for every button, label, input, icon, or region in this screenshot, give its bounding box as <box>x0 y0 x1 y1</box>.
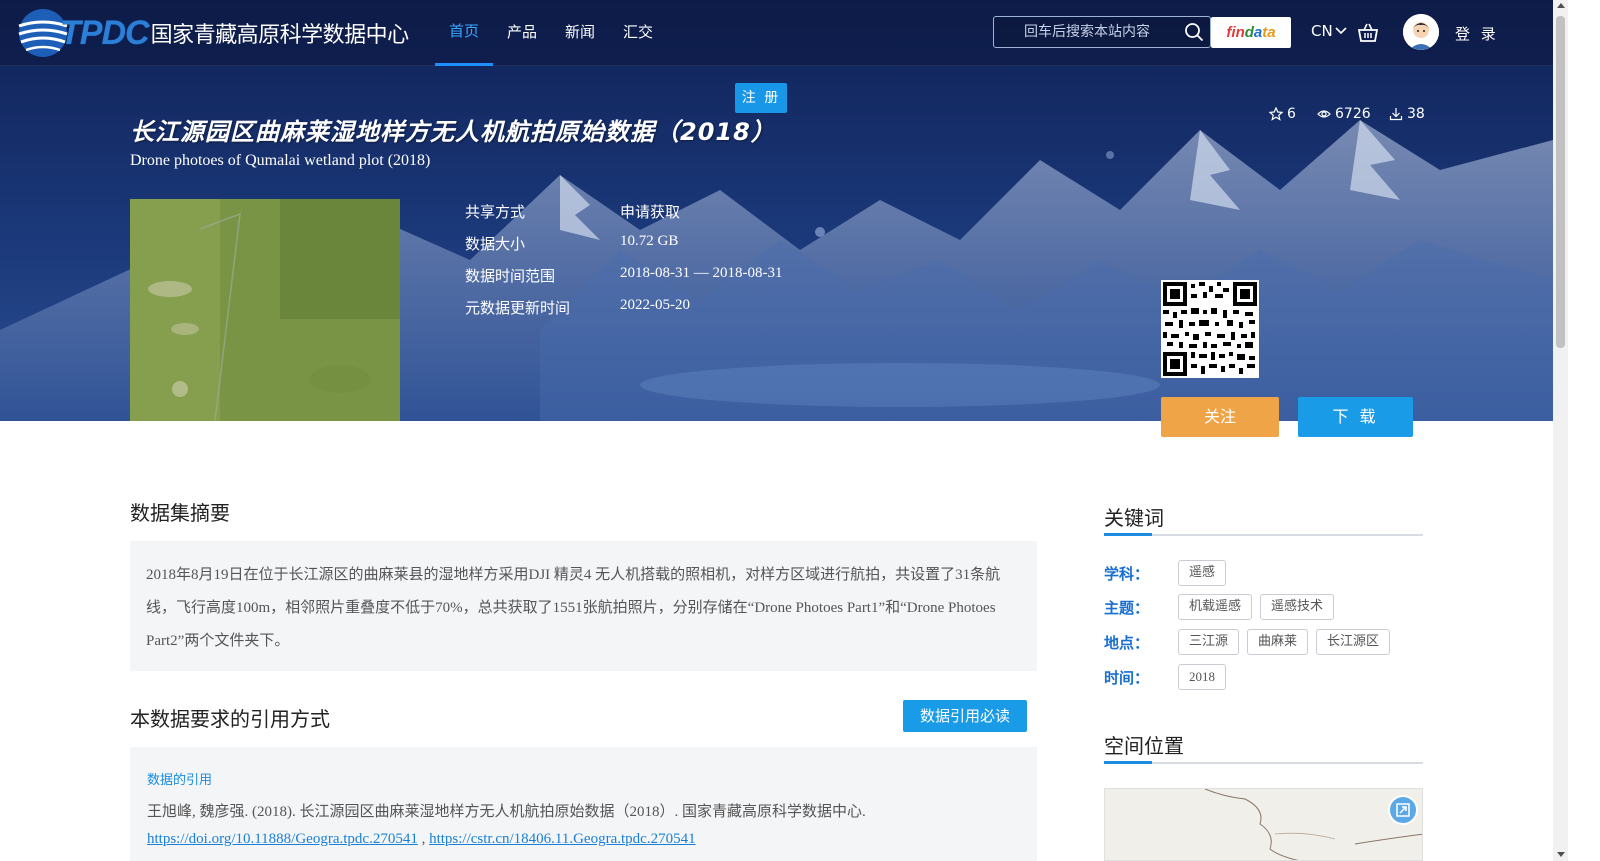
register-button[interactable]: 注 册 <box>735 83 787 113</box>
keyword-row-place: 地点： 三江源 曲麻莱 长江源区 <box>1104 629 1398 655</box>
follow-button[interactable]: 关注 <box>1161 397 1279 437</box>
info-data-size: 数据大小 10.72 GB <box>465 233 678 254</box>
site-logo[interactable]: TPDC 国家青藏高原科学数据中心 <box>14 4 409 62</box>
findata-button[interactable]: fin d a ta <box>1211 17 1291 48</box>
findata-part-2: d <box>1244 24 1254 41</box>
scroll-down-icon[interactable] <box>1557 852 1565 857</box>
expand-icon <box>1396 803 1410 817</box>
keyword-row-theme: 主题： 机载遥感 遥感技术 <box>1104 594 1342 620</box>
spatial-map[interactable] <box>1104 788 1423 861</box>
doi-link[interactable]: https://doi.org/10.11888/Geogra.tpdc.270… <box>147 831 418 847</box>
keyword-row-time: 时间： 2018 <box>1104 664 1234 690</box>
info-value: 申请获取 <box>620 205 681 221</box>
keyword-label: 主题： <box>1104 598 1150 617</box>
keyword-label: 地点： <box>1104 633 1150 652</box>
download-count: 38 <box>1389 106 1425 122</box>
dataset-title-en: Drone photoes of Qumalai wetland plot (2… <box>130 152 431 169</box>
download-count-value: 38 <box>1407 106 1425 122</box>
info-value: 2022-05-20 <box>620 297 690 313</box>
search-box <box>993 16 1211 48</box>
nav-home[interactable]: 首页 <box>435 0 494 66</box>
abstract-text: 2018年8月19日在位于长江源区的曲麻莱县的湿地样方采用DJI 精灵4 无人机… <box>146 567 1001 649</box>
star-count-value: 6 <box>1287 106 1296 122</box>
info-metadata-updated: 元数据更新时间 2022-05-20 <box>465 297 690 318</box>
info-key: 数据大小 <box>465 235 526 253</box>
view-count-value: 6726 <box>1335 106 1371 122</box>
main-nav: 首页 产品 新闻 汇交 <box>435 0 667 66</box>
citation-links: https://doi.org/10.11888/Geogra.tpdc.270… <box>147 831 696 847</box>
star-icon <box>1269 107 1283 121</box>
keyword-tag[interactable]: 遥感 <box>1178 560 1227 586</box>
citation-heading: 本数据要求的引用方式 <box>130 707 330 731</box>
keyword-row-discipline: 学科： 遥感 <box>1104 560 1234 586</box>
qr-code <box>1161 280 1259 378</box>
keyword-tag[interactable]: 2018 <box>1178 664 1226 690</box>
info-value: 2018-08-31 — 2018-08-31 <box>620 265 783 281</box>
search-input[interactable] <box>994 17 1169 47</box>
info-key: 元数据更新时间 <box>465 299 571 317</box>
abstract-box: 2018年8月19日在位于长江源区的曲麻莱县的湿地样方采用DJI 精灵4 无人机… <box>130 541 1037 671</box>
nav-submit[interactable]: 汇交 <box>609 0 667 66</box>
keyword-tag[interactable]: 长江源区 <box>1316 629 1391 655</box>
cart-icon[interactable] <box>1357 22 1379 44</box>
qr-code-icon <box>1161 280 1259 378</box>
dataset-thumbnail <box>130 199 400 421</box>
language-label: CN <box>1311 22 1333 40</box>
citation-text: 王旭峰, 魏彦强. (2018). 长江源园区曲麻莱湿地样方无人机航拍原始数据（… <box>147 804 866 820</box>
spatial-divider <box>1104 761 1423 764</box>
aerial-image <box>130 199 400 421</box>
download-button[interactable]: 下 载 <box>1298 397 1413 437</box>
abstract-heading: 数据集摘要 <box>130 501 230 525</box>
language-switch[interactable]: CN <box>1311 22 1347 40</box>
chevron-down-icon <box>1335 27 1347 35</box>
keyword-label: 时间： <box>1104 668 1150 687</box>
dataset-title-cn: 长江源园区曲麻莱湿地样方无人机航拍原始数据（2018） <box>130 118 776 146</box>
keywords-heading: 关键词 <box>1104 506 1164 530</box>
scrollbar-thumb[interactable] <box>1556 16 1565 348</box>
map-canvas <box>1105 789 1422 860</box>
keyword-tag[interactable]: 曲麻莱 <box>1247 629 1309 655</box>
keywords-divider <box>1104 533 1423 536</box>
info-key: 数据时间范围 <box>465 267 556 285</box>
findata-part-4: ta <box>1262 24 1276 41</box>
keyword-tag[interactable]: 遥感技术 <box>1260 594 1335 620</box>
nav-news[interactable]: 新闻 <box>551 0 609 66</box>
login-link[interactable]: 登 录 <box>1455 23 1499 44</box>
keyword-tag[interactable]: 机载遥感 <box>1178 594 1253 620</box>
eye-icon <box>1317 110 1331 118</box>
keyword-label: 学科： <box>1104 564 1150 583</box>
user-avatar[interactable] <box>1403 14 1439 50</box>
download-icon <box>1389 108 1403 121</box>
star-count[interactable]: 6 <box>1269 106 1296 122</box>
spatial-heading: 空间位置 <box>1104 734 1184 758</box>
citation-must-read-button[interactable]: 数据引用必读 <box>903 700 1027 732</box>
avatar-icon <box>1403 14 1439 50</box>
nav-products[interactable]: 产品 <box>493 0 551 66</box>
findata-part-1: fin <box>1226 24 1245 41</box>
page-scrollbar[interactable] <box>1553 0 1568 861</box>
logo-tpdc-text: TPDC <box>60 13 150 52</box>
search-icon[interactable] <box>1184 22 1204 42</box>
citation-label: 数据的引用 <box>147 773 213 788</box>
info-time-range: 数据时间范围 2018-08-31 — 2018-08-31 <box>465 265 782 286</box>
keyword-tag[interactable]: 三江源 <box>1178 629 1240 655</box>
top-navbar: TPDC 国家青藏高原科学数据中心 首页 产品 新闻 汇交 findata CN <box>0 0 1553 66</box>
info-value: 10.72 GB <box>620 233 679 249</box>
findata-part-3: a <box>1253 24 1263 41</box>
site-name: 国家青藏高原科学数据中心 <box>150 23 410 48</box>
view-count: 6726 <box>1317 106 1371 122</box>
cstr-link[interactable]: https://cstr.cn/18406.11.Geogra.tpdc.270… <box>429 831 696 847</box>
info-key: 共享方式 <box>465 203 526 221</box>
info-share-method: 共享方式 申请获取 <box>465 201 680 222</box>
citation-box: 数据的引用 王旭峰, 魏彦强. (2018). 长江源园区曲麻莱湿地样方无人机航… <box>130 747 1037 861</box>
scroll-up-icon[interactable] <box>1557 3 1565 8</box>
map-fullscreen-button[interactable] <box>1388 795 1418 825</box>
